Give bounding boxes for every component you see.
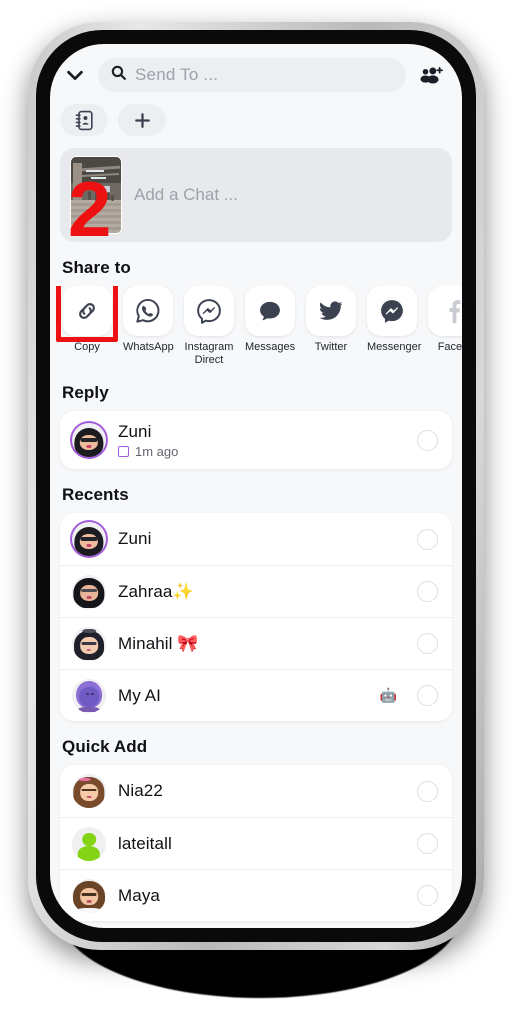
header: Send To ... [50, 44, 462, 92]
select-toggle[interactable] [417, 833, 438, 854]
quick-add-label: Quick Add [62, 737, 148, 756]
list-item[interactable]: Zahraa✨ [60, 565, 452, 617]
list-item-name: Minahil 🎀 [118, 633, 199, 653]
list-item[interactable]: Minahil 🎀 [60, 617, 452, 669]
chat-square-icon [118, 445, 129, 457]
share-option-facebook[interactable]: Faceb [428, 286, 462, 367]
share-option-label: Twitter [314, 341, 348, 353]
twitter-bird-icon [306, 286, 356, 336]
avatar [72, 522, 106, 556]
list-item-main: My AI [118, 686, 368, 706]
share-option-twitter[interactable]: Twitter [306, 286, 356, 367]
share-to-label: Share to [62, 258, 131, 277]
list-item-main: Zuni [118, 529, 405, 549]
share-option-whatsapp[interactable]: WhatsApp [123, 286, 174, 367]
select-toggle[interactable] [417, 685, 438, 706]
recents-label: Recents [62, 485, 129, 504]
select-toggle[interactable] [417, 780, 438, 802]
chevron-down-icon[interactable] [60, 60, 90, 90]
messenger-icon [367, 286, 417, 336]
share-option-label: Messages [245, 341, 296, 353]
composer-placeholder: Add a Chat ... [134, 185, 238, 204]
whatsapp-icon [123, 286, 173, 336]
avatar [72, 423, 106, 457]
instagram-direct-icon [184, 286, 234, 336]
list-item-name: Maya [118, 885, 160, 905]
list-item-name: My AI [118, 685, 162, 705]
share-option-label: Faceb [437, 341, 462, 353]
plus-icon[interactable] [118, 104, 166, 136]
list-item-name: Zuni [118, 421, 152, 441]
list-item[interactable]: Zuni [60, 513, 452, 565]
list-item[interactable]: lateitall [60, 817, 452, 869]
avatar [72, 678, 106, 713]
share-option-messenger[interactable]: Messenger [367, 286, 422, 367]
select-toggle[interactable] [417, 528, 438, 550]
list-item-name: Nia22 [118, 781, 163, 800]
share-option-label: Messenger [367, 341, 422, 353]
list-item-main: Maya [118, 886, 405, 906]
list-item-main: Zahraa✨ [118, 582, 405, 602]
recents-list: Zuni Zahraa✨ Minahil 🎀 My AI 🤖 [60, 513, 452, 721]
share-option-messages[interactable]: Messages [245, 286, 295, 367]
share-sheet-app: Send To ... Add a Chat ... Share to Copy… [50, 44, 462, 928]
address-book-icon[interactable] [60, 104, 108, 136]
link-icon [62, 286, 112, 336]
list-item-main: Minahil 🎀 [118, 634, 405, 654]
list-item-timestamp: 1m ago [135, 443, 179, 459]
list-item-main: lateitall [118, 834, 405, 854]
search-icon [110, 64, 127, 86]
add-a-chat-composer[interactable]: Add a Chat ... [60, 148, 452, 242]
group-add-icon[interactable] [414, 65, 450, 85]
quick-actions-row [50, 92, 462, 136]
select-toggle[interactable] [417, 581, 438, 602]
search-placeholder: Send To ... [135, 65, 219, 84]
list-item-main: Zuni 1m ago [118, 422, 405, 459]
list-item-name: Zuni [118, 529, 152, 548]
share-option-copy[interactable]: Copy [56, 286, 118, 367]
step-number-annotation: 2 [68, 165, 112, 253]
facebook-icon [428, 286, 462, 336]
reply-label: Reply [62, 383, 109, 402]
list-item-name: Zahraa✨ [118, 581, 194, 601]
list-item[interactable]: Maya [60, 869, 452, 921]
default-ghost-avatar [72, 826, 106, 861]
share-option-label: Instagram Direct [184, 341, 234, 366]
select-toggle[interactable] [417, 633, 438, 654]
select-toggle[interactable] [417, 429, 438, 451]
phone-screen: Send To ... Add a Chat ... Share to Copy… [50, 44, 462, 928]
list-item-status: 1m ago [118, 444, 405, 459]
reply-list: Zuni 1m ago [60, 411, 452, 469]
list-item[interactable]: Nia22 [60, 765, 452, 817]
share-option-label: WhatsApp [123, 341, 174, 353]
avatar [72, 574, 106, 609]
search-input[interactable]: Send To ... [98, 58, 406, 92]
share-to-row: Copy WhatsApp Instagram Direct Messages … [50, 286, 462, 367]
my-ai-robot-badge-icon: 🤖 [379, 687, 397, 703]
quick-add-list: Nia22 lateitall Maya [60, 765, 452, 921]
share-option-label: Copy [74, 341, 100, 353]
select-toggle[interactable] [417, 885, 438, 906]
messages-bubble-icon [245, 286, 295, 336]
avatar [72, 774, 106, 808]
avatar [72, 878, 106, 913]
list-item[interactable]: Zuni 1m ago [60, 411, 452, 469]
list-item-name: lateitall [118, 833, 172, 853]
share-option-instagram-direct[interactable]: Instagram Direct [184, 286, 234, 367]
list-item[interactable]: My AI 🤖 [60, 669, 452, 721]
avatar [72, 626, 106, 661]
list-item-main: Nia22 [118, 781, 405, 801]
